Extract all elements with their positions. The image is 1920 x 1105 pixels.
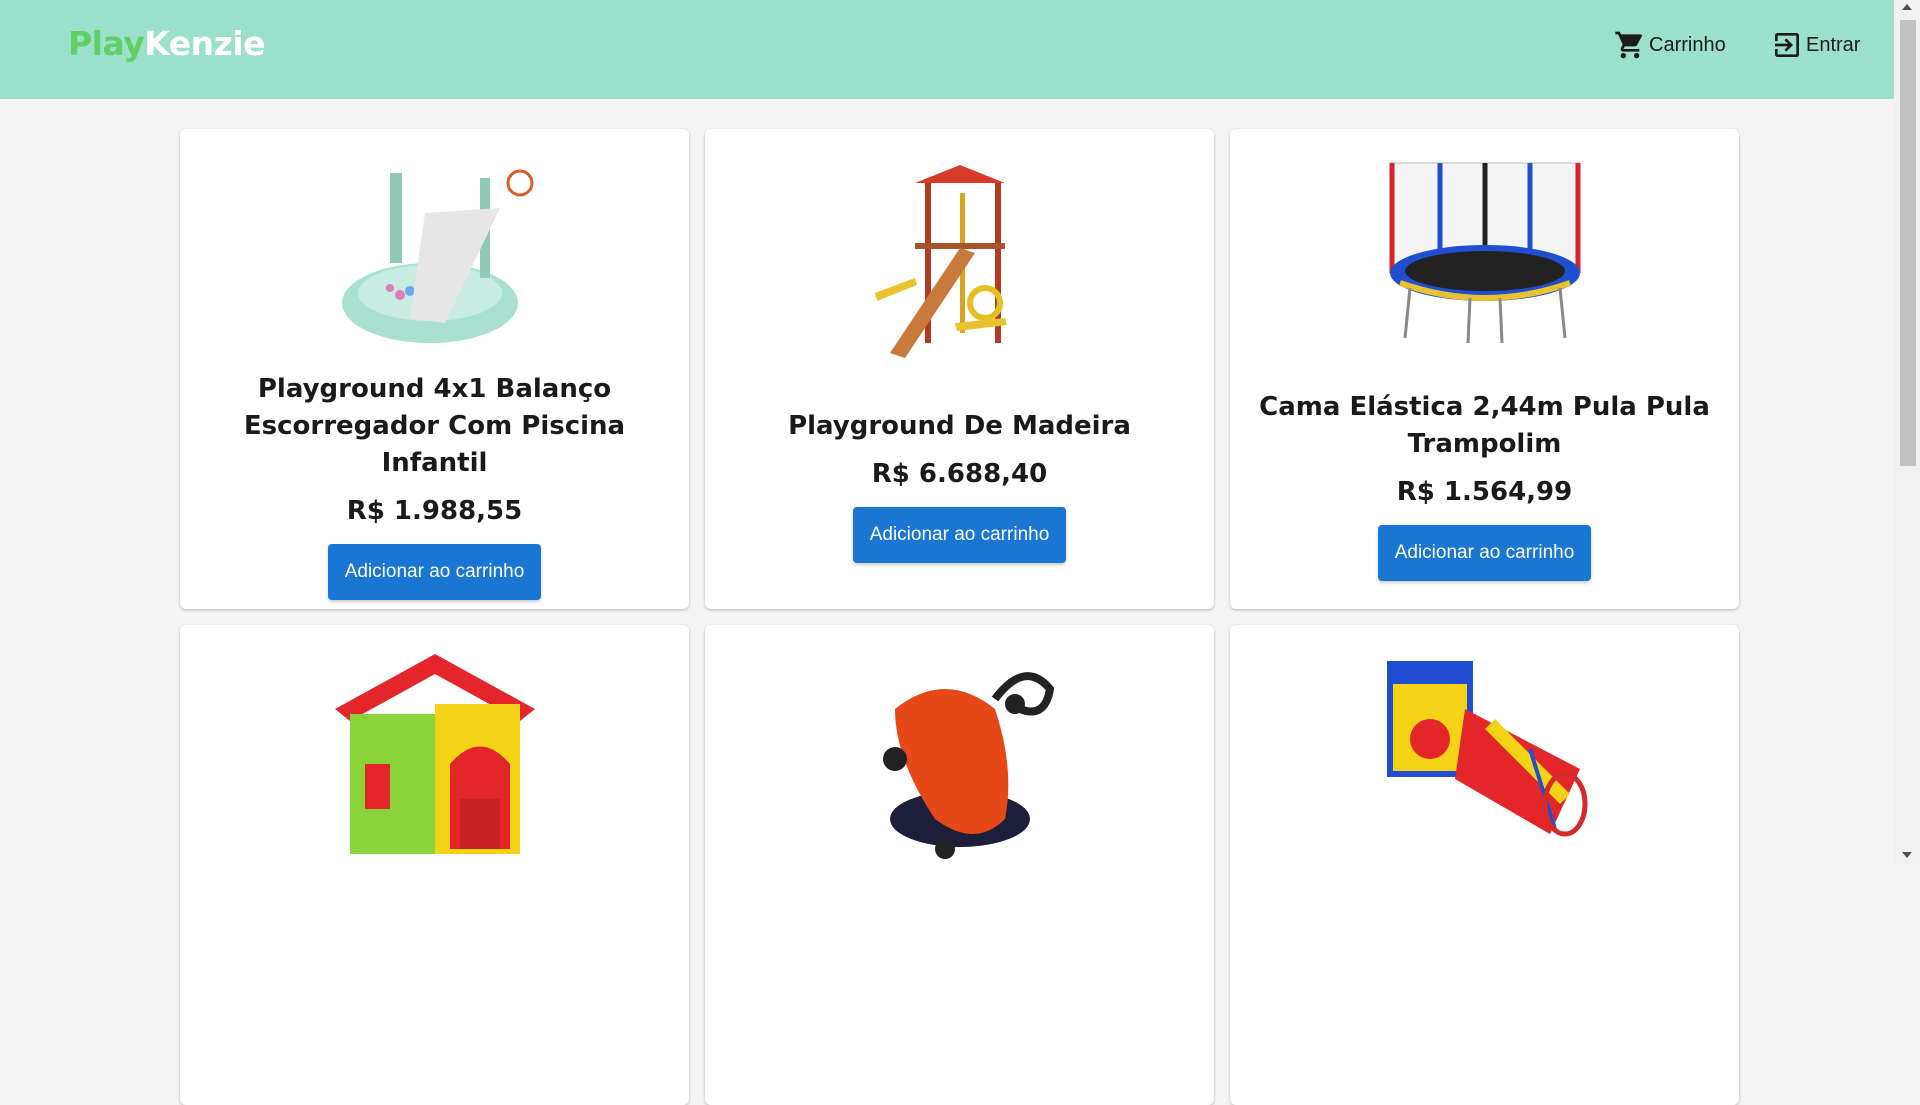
product-price: R$ 1.988,55 xyxy=(346,495,523,526)
product-name: Playground De Madeira xyxy=(788,410,1131,441)
product-price: R$ 6.688,40 xyxy=(871,458,1048,489)
product-card: Playground De Madeira R$ 6.688,40 Adicio… xyxy=(705,129,1214,609)
header: PlayKenzie Carrinho Entrar xyxy=(0,0,1894,99)
cart-label: Carrinho xyxy=(1649,33,1726,56)
wooden-playground-image xyxy=(874,165,1007,358)
product-name: Playground 4x1 Balanço Escorregador Com … xyxy=(243,373,626,478)
product-price: R$ 1.564,99 xyxy=(1396,477,1573,507)
product-card: Cama Elástica 2,44m Pula Pula Trampolim … xyxy=(1230,129,1739,609)
play-tunnel-image xyxy=(1386,661,1587,837)
product-name: Cama Elástica 2,44m Pula Pula Trampolim xyxy=(1259,392,1710,459)
product-card xyxy=(180,625,689,1105)
playhouse-image xyxy=(334,654,535,854)
playground-slide-pool-image xyxy=(341,169,533,343)
add-to-cart-button[interactable]: Adicionar ao carrinho xyxy=(852,506,1067,563)
cart-icon xyxy=(1615,31,1643,59)
product-card: Playground 4x1 Balanço Escorregador Com … xyxy=(180,129,689,609)
login-button[interactable]: Entrar xyxy=(1771,28,1860,62)
add-to-cart-button[interactable]: Adicionar ao carrinho xyxy=(1377,525,1592,581)
logo[interactable]: PlayKenzie xyxy=(68,24,266,63)
scrollbar-thumb[interactable] xyxy=(1900,20,1916,466)
login-label: Entrar xyxy=(1806,33,1861,56)
scroll-down-arrow-icon[interactable] xyxy=(1902,852,1912,858)
product-grid: Playground 4x1 Balanço Escorregador Com … xyxy=(180,129,1739,1105)
product-card xyxy=(705,625,1214,1105)
logo-kenzie-text: Kenzie xyxy=(144,24,266,63)
scrollbar[interactable] xyxy=(1894,0,1920,864)
scroll-up-arrow-icon[interactable] xyxy=(1902,4,1912,10)
trampoline-image xyxy=(1389,162,1580,344)
product-card xyxy=(1230,625,1739,1105)
ride-on-car-image xyxy=(882,672,1054,859)
cart-button[interactable]: Carrinho xyxy=(1614,28,1726,62)
logo-play-text: Play xyxy=(68,24,145,63)
login-icon xyxy=(1775,33,1799,57)
add-to-cart-button[interactable]: Adicionar ao carrinho xyxy=(327,543,542,600)
